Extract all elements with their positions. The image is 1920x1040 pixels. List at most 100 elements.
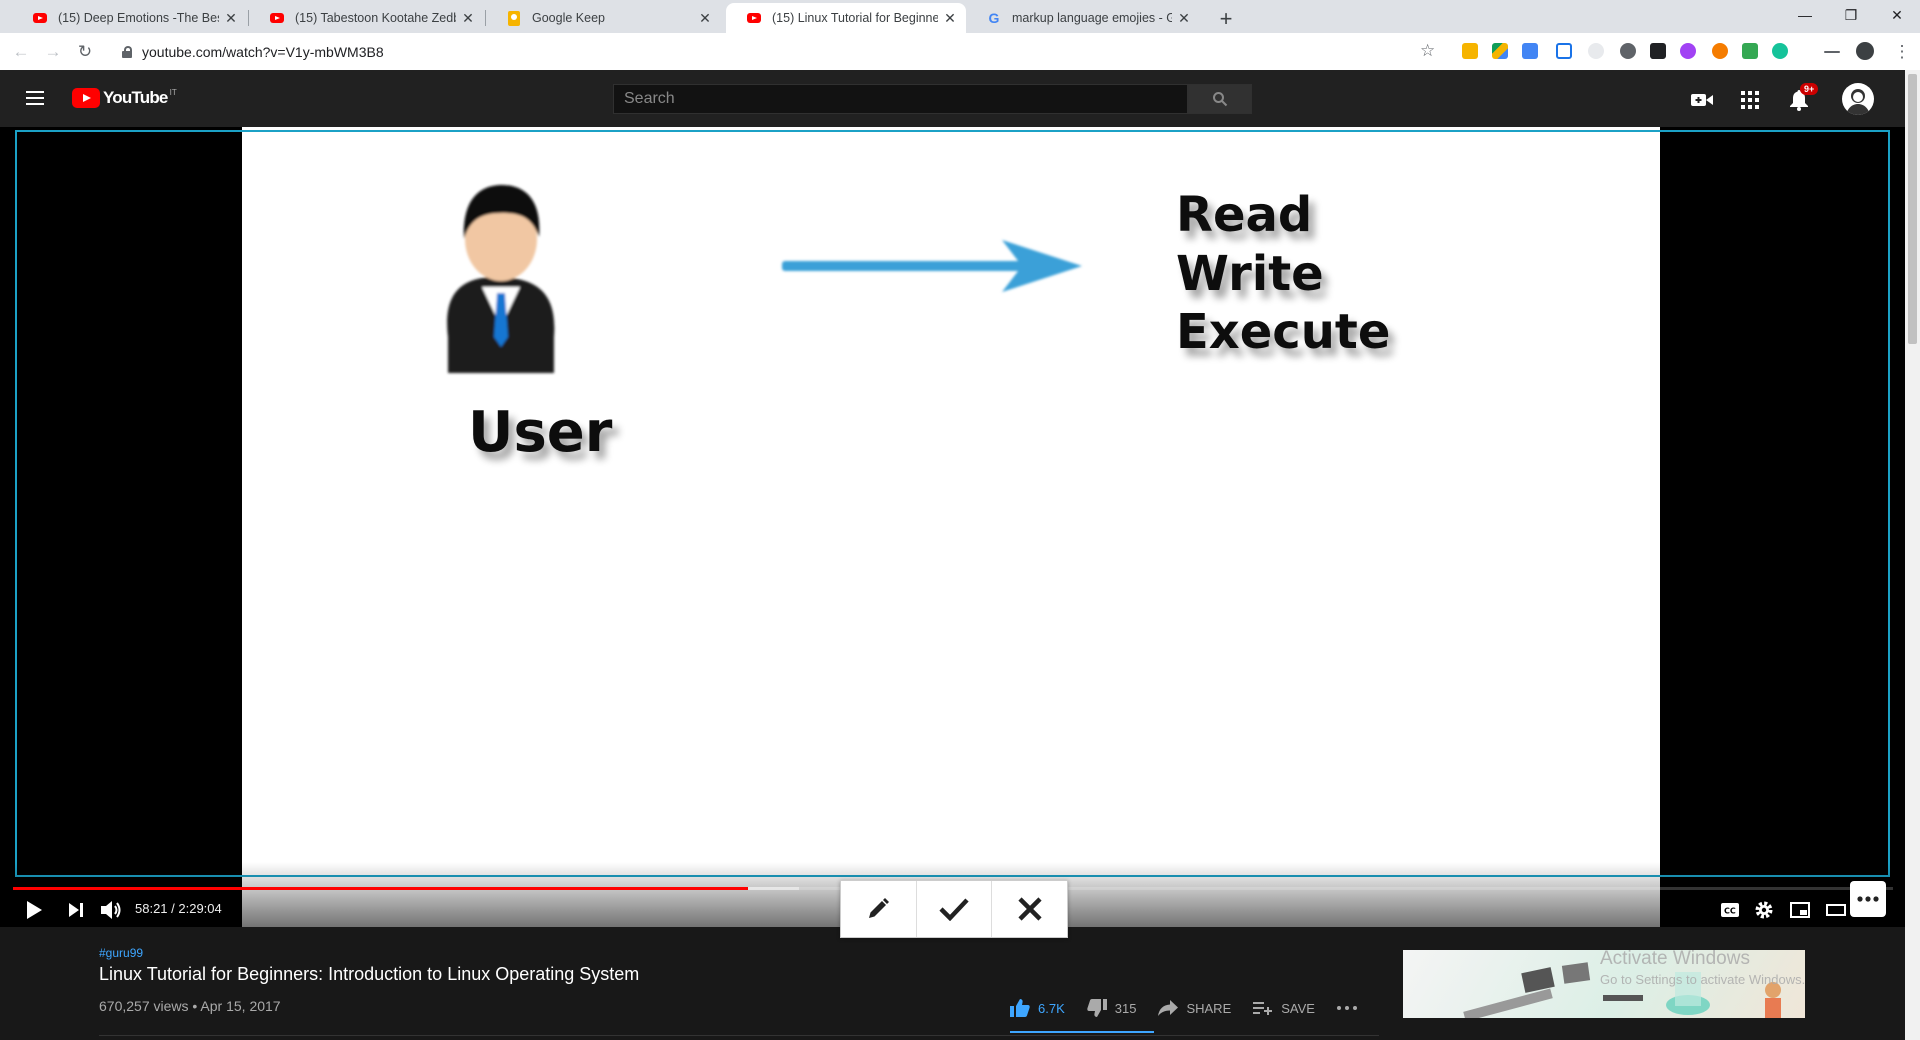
annotation-toolbar (840, 880, 1068, 938)
google-drive-extension-icon[interactable] (1492, 43, 1508, 59)
gear-extension-icon[interactable] (1620, 43, 1636, 59)
video-hashtag[interactable]: #guru99 (99, 946, 143, 960)
grammarly-extension-icon[interactable] (1772, 43, 1788, 59)
share-button[interactable]: SHARE (1158, 1000, 1231, 1016)
forward-button[interactable]: → (41, 40, 65, 64)
youtube-logo[interactable]: YouTube IT (72, 88, 177, 108)
time-display: 58:21 / 2:29:04 (135, 901, 222, 916)
close-icon[interactable]: ✕ (1176, 10, 1192, 26)
save-label: SAVE (1281, 1000, 1315, 1016)
create-video-icon[interactable] (1690, 88, 1714, 112)
activate-windows-watermark: Activate Windows Go to Settings to activ… (1600, 948, 1805, 987)
thumbs-up-icon (1010, 999, 1030, 1017)
back-button[interactable]: ← (9, 40, 33, 64)
confirm-button[interactable] (917, 881, 993, 937)
tab-title: (15) Linux Tutorial for Beginners: (772, 11, 938, 25)
purple-extension-icon[interactable] (1680, 43, 1696, 59)
browser-tab[interactable]: G markup language emojies - Goog ✕ (966, 3, 1200, 33)
miniplayer-button[interactable] (1786, 896, 1814, 924)
share-icon (1158, 1000, 1179, 1016)
home-extension-icon[interactable] (1742, 43, 1758, 59)
edit-button[interactable] (841, 881, 917, 937)
youtube-icon (746, 10, 762, 26)
volume-button[interactable] (97, 896, 125, 924)
menu-icon[interactable] (24, 87, 46, 109)
qr-extension-icon[interactable] (1650, 43, 1666, 59)
arrow-right-icon (782, 240, 1082, 292)
close-icon[interactable]: ✕ (942, 10, 958, 26)
search-input[interactable] (613, 84, 1188, 114)
theater-mode-button[interactable] (1822, 896, 1850, 924)
browser-tab-strip: (15) Deep Emotions -The Best Of ✕ (15) T… (0, 0, 1920, 33)
video-player[interactable]: User Read Write Execute 58:21 / 2:29:04 (0, 127, 1905, 938)
google-translate-extension-icon[interactable] (1522, 43, 1538, 59)
thumbs-down-icon (1087, 999, 1107, 1017)
youtube-icon (269, 10, 285, 26)
close-icon[interactable]: ✕ (460, 10, 476, 26)
url-text: youtube.com/watch?v=V1y-mbWM3B8 (142, 44, 384, 60)
close-window-button[interactable]: ✕ (1874, 0, 1920, 30)
notification-badge: 9+ (1800, 83, 1819, 95)
cloud-extension-icon[interactable] (1588, 43, 1604, 59)
captions-button[interactable]: CC (1716, 896, 1744, 924)
share-label: SHARE (1186, 1000, 1232, 1016)
next-button[interactable] (62, 896, 90, 924)
address-bar[interactable]: youtube.com/watch?v=V1y-mbWM3B8 (108, 37, 1418, 67)
google-keep-extension-icon[interactable] (1462, 43, 1478, 59)
slide-execute-label: Execute (1176, 304, 1390, 360)
close-icon[interactable]: ✕ (697, 10, 713, 26)
browser-toolbar: ← → ↻ youtube.com/watch?v=V1y-mbWM3B8 ☆ … (0, 33, 1920, 71)
orange-extension-icon[interactable] (1712, 43, 1728, 59)
avatar[interactable] (1842, 83, 1874, 115)
tab-title: Google Keep (532, 11, 605, 25)
minimize-button[interactable]: — (1782, 0, 1828, 30)
page-scrollbar[interactable] (1905, 70, 1920, 1040)
logo-text: YouTube (103, 88, 168, 107)
skip-next-icon (69, 903, 83, 917)
scrollbar-thumb[interactable] (1908, 74, 1917, 344)
progress-played (13, 887, 749, 890)
like-button[interactable]: 6.7K (1010, 999, 1065, 1017)
search-button[interactable] (1188, 84, 1252, 114)
save-button[interactable]: SAVE (1253, 1001, 1315, 1016)
new-tab-button[interactable]: + (1212, 5, 1240, 33)
youtube-icon (32, 10, 48, 26)
user-figure-icon (447, 185, 555, 373)
browser-tab[interactable]: Google Keep ✕ (486, 3, 721, 33)
google-keep-icon (506, 10, 522, 26)
country-code: IT (169, 88, 177, 97)
gear-icon (1755, 901, 1773, 919)
dislike-count: 315 (1114, 1000, 1137, 1016)
more-options-button[interactable] (1850, 881, 1886, 917)
browser-tab[interactable]: (15) Deep Emotions -The Best Of ✕ (12, 3, 247, 33)
media-control-icon[interactable] (1824, 51, 1840, 53)
video-title: Linux Tutorial for Beginners: Introducti… (99, 964, 640, 984)
settings-button[interactable] (1750, 896, 1778, 924)
reload-button[interactable]: ↻ (73, 40, 97, 64)
bookmark-star-icon[interactable]: ☆ (1420, 41, 1435, 61)
browser-tab-active[interactable]: (15) Linux Tutorial for Beginners: ✕ (726, 3, 966, 33)
dislike-button[interactable]: 315 (1087, 999, 1137, 1017)
apps-grid-icon[interactable] (1738, 88, 1762, 112)
slide-user-label: User (468, 400, 613, 465)
play-icon (27, 901, 42, 919)
profile-avatar-icon[interactable] (1856, 42, 1874, 60)
tab-title: markup language emojies - Goog (1012, 11, 1172, 25)
browser-menu-icon[interactable]: ⋮ (1890, 40, 1914, 64)
more-horizontal-icon (1857, 896, 1879, 902)
reader-extension-icon[interactable] (1556, 43, 1572, 59)
restore-button[interactable]: ❐ (1828, 0, 1874, 30)
close-icon[interactable]: ✕ (223, 10, 239, 26)
pencil-icon (869, 898, 890, 918)
activate-windows-title: Activate Windows (1600, 948, 1750, 969)
playlist-add-icon (1253, 1002, 1273, 1015)
play-button[interactable] (20, 896, 48, 924)
tab-title: (15) Tabestoon Kootahe Zedbazi (295, 11, 456, 25)
volume-icon (101, 901, 121, 919)
activate-windows-subtitle: Go to Settings to activate Windows. (1600, 972, 1806, 987)
search-icon (1213, 92, 1228, 107)
youtube-masthead: YouTube IT 9+ (0, 70, 1920, 127)
browser-tab[interactable]: (15) Tabestoon Kootahe Zedbazi ✕ (249, 3, 484, 33)
more-actions-button[interactable] (1336, 1006, 1365, 1010)
cancel-button[interactable] (992, 881, 1067, 937)
